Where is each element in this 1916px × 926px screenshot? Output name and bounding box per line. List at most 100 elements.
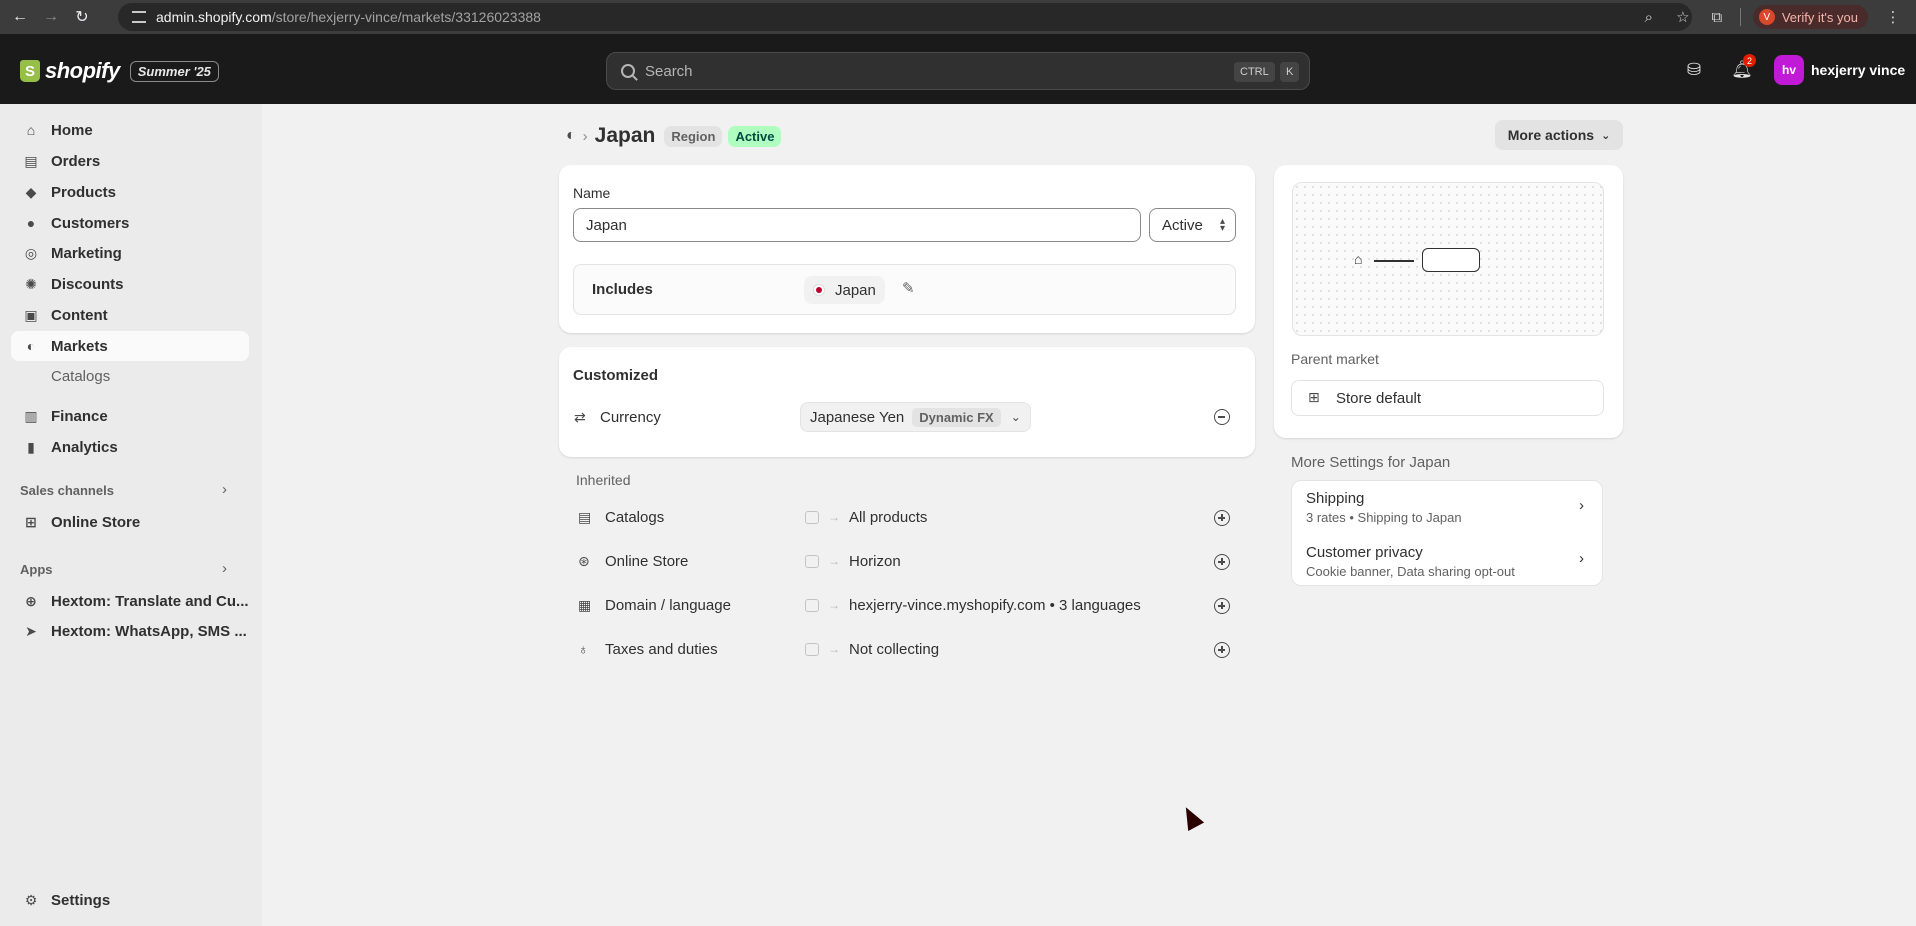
store-default-icon [805,511,819,524]
sidebar-item-markets[interactable]: ◐ Markets [11,331,249,361]
sales-channels-heading[interactable]: Sales channels [20,483,114,498]
sidebar-item-label: Settings [51,891,111,909]
notifications-bell-icon[interactable]: 🔔︎ 2 [1731,54,1756,81]
sidebar-item-app-translate[interactable]: ⊕ Hextom: Translate and Cu... [11,586,249,616]
sidebar-subitem-catalogs[interactable]: Catalogs [51,368,110,385]
store-icon: ⊞ [1308,389,1320,405]
country-name: Japan [835,281,876,299]
privacy-setting-row[interactable]: Customer privacy Cookie banner, Data sha… [1292,534,1604,586]
sidebar-item-content[interactable]: ▣ Content [11,300,249,330]
browser-menu-icon[interactable]: ⋮ [1882,6,1904,28]
browser-toolbar: ← → ↻ admin.shopify.com/store/hexjerry-v… [0,0,1916,34]
extensions-icon[interactable]: ⧉ [1706,6,1728,28]
apps-heading[interactable]: Apps [20,562,53,577]
bookmark-star-icon[interactable]: ☆ [1672,6,1694,28]
sidebar-item-home[interactable]: ⌂ Home [11,115,249,145]
sidebar-item-marketing[interactable]: ◎ Marketing [11,238,249,268]
sidebar-item-products[interactable]: ◆ Products [11,177,249,207]
profile-avatar: V [1758,9,1775,25]
more-actions-button[interactable]: More actions ⌄ [1495,120,1623,150]
back-icon[interactable]: ← [9,6,31,28]
verify-label: Verify it's you [1781,9,1858,25]
verify-button[interactable]: V Verify it's you [1752,5,1868,29]
shopify-bag-icon: S [20,60,40,82]
edition-badge[interactable]: Summer '25 [129,60,219,82]
tag-icon: ◆ [25,183,37,200]
name-input[interactable]: Japan [573,208,1141,242]
add-taxes-icon[interactable] [1214,642,1230,658]
catalog-icon: ▤ [578,509,592,525]
sidebar-item-label: Finance [51,407,108,425]
diagram-market-node [1422,248,1480,272]
person-icon: ● [26,215,36,231]
reload-icon[interactable]: ↻ [71,6,93,28]
store-default-icon [805,599,819,612]
currency-label: Currency [600,409,661,426]
breadcrumb-chevron-icon: › [582,127,588,145]
search-bar[interactable]: Search CTRL K [606,52,1310,90]
includes-label: Includes [592,281,653,298]
chevron-right-icon[interactable]: › [222,560,227,577]
browser-actions: ⌕ ☆ ⧉ V Verify it's you ⋮ [1638,0,1916,34]
more-actions-label: More actions [1507,127,1595,143]
customized-card: Customized ⇄ Currency Japanese Yen Dynam… [559,347,1255,457]
inherited-online-store-label: Online Store [605,553,689,570]
shipping-title: Shipping [1306,490,1365,507]
currency-select[interactable]: Japanese Yen Dynamic FX ⌄ [800,402,1031,432]
inherited-online-store-value: Horizon [849,553,901,570]
parent-market-label: Parent market [1291,351,1379,367]
user-avatar[interactable]: hv [1774,55,1804,85]
add-domain-icon[interactable] [1214,598,1230,614]
sidebar-item-online-store[interactable]: ⊞ Online Store [11,507,249,537]
zoom-icon[interactable]: ⌕ [1638,6,1660,28]
address-bar[interactable]: admin.shopify.com/store/hexjerry-vince/m… [118,3,1692,31]
parent-market-field[interactable]: ⊞ Store default [1291,380,1604,416]
status-select[interactable]: Active ▴ ▾ [1149,208,1236,242]
user-name[interactable]: hexjerry vince [1811,62,1905,78]
shipping-setting-row[interactable]: Shipping 3 rates • Shipping to Japan › [1292,481,1604,533]
sidebar-nav: ⌂ Home ▤ Orders ◆ Products ● Customers ◎ Mark… [0,104,262,926]
chevron-right-icon[interactable]: › [222,481,227,498]
site-info-icon[interactable] [132,11,146,23]
content-icon: ▣ [24,306,38,323]
inherited-taxes-label: Taxes and duties [605,641,718,658]
includes-box: Includes Japan ✎ [573,264,1236,315]
inherited-catalogs-label: Catalogs [605,509,665,526]
store-default-icon [805,643,819,656]
edit-pencil-icon[interactable]: ✎ [902,279,915,297]
arrow-right-icon: → [828,554,840,568]
more-settings-heading: More Settings for Japan [1291,454,1451,471]
globe-icon: ◐ [26,338,36,354]
sidebar-item-customers[interactable]: ● Customers [11,208,249,238]
shopify-logo[interactable]: S shopify Summer '25 [20,58,219,84]
url-host: admin.shopify.com [156,9,272,25]
privacy-subtitle: Cookie banner, Data sharing opt-out [1306,564,1515,579]
forward-icon[interactable]: → [40,6,62,28]
add-catalogs-icon[interactable] [1214,510,1230,526]
sidebar-item-settings[interactable]: ⚙ Settings [11,885,249,915]
bar-chart-icon: ▮ [27,438,35,455]
inbox-icon: ▤ [24,152,38,169]
status-select-value: Active [1162,216,1203,234]
inherited-domain-label: Domain / language [605,597,731,614]
sidebar-item-discounts[interactable]: ✺ Discounts [11,269,249,299]
page-title: Japan [594,124,656,147]
search-icon [621,64,635,78]
remove-customization-icon[interactable] [1214,409,1230,425]
market-diagram: ⌂ [1292,182,1604,336]
sidebar-item-app-whatsapp[interactable]: ➤ Hextom: WhatsApp, SMS ... [11,616,249,646]
add-online-store-icon[interactable] [1214,554,1230,570]
sidebar-item-orders[interactable]: ▤ Orders [11,146,249,176]
sidebar-item-label: Customers [51,214,130,232]
inherited-domain-value: hexjerry-vince.myshopify.com • 3 languag… [849,597,1141,614]
customized-heading: Customized [573,367,659,384]
sidekick-icon[interactable]: ⛁ [1683,59,1705,81]
url-path: /store/hexjerry-vince/markets/3312602338… [271,9,541,25]
sidebar-item-analytics[interactable]: ▮ Analytics [11,432,249,462]
parent-market-value: Store default [1336,389,1422,407]
diagram-connector [1374,260,1414,262]
send-icon: ➤ [25,622,37,639]
sidebar-item-finance[interactable]: ▥ Finance [11,401,249,431]
markets-globe-icon[interactable]: ◐ [566,127,576,145]
country-chip[interactable]: Japan [804,276,885,304]
